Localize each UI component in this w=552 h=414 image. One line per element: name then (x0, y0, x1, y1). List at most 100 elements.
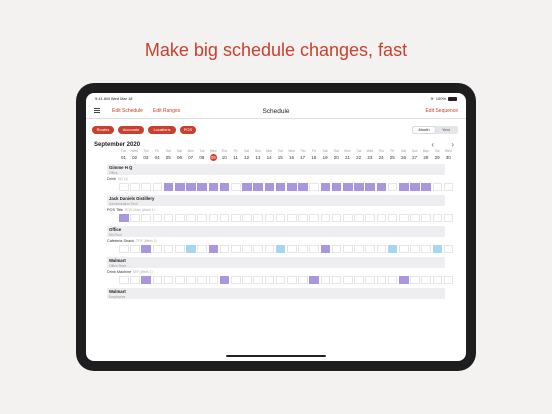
schedule-cell[interactable] (264, 276, 275, 284)
filter-chip-routes[interactable]: Routes (92, 126, 114, 134)
schedule-cell[interactable] (343, 276, 353, 284)
schedule-cell[interactable] (432, 276, 443, 284)
schedule-cell[interactable] (320, 276, 331, 284)
schedule-cell[interactable] (376, 214, 387, 222)
schedule-cell[interactable] (231, 245, 241, 253)
schedule-cell[interactable] (421, 214, 431, 222)
schedule-cell[interactable] (175, 183, 185, 191)
schedule-cell[interactable] (410, 245, 420, 253)
schedule-cell[interactable] (443, 276, 454, 284)
schedule-cell[interactable] (264, 214, 275, 222)
schedule-cell[interactable] (119, 245, 129, 253)
schedule-cell[interactable] (331, 183, 342, 191)
schedule-cell[interactable] (253, 245, 263, 253)
location-section-header[interactable]: Gimme H Q Office (107, 164, 445, 175)
schedule-cell[interactable] (376, 183, 387, 191)
schedule-cell[interactable] (443, 245, 454, 253)
schedule-cell[interactable] (376, 276, 387, 284)
schedule-cell[interactable] (175, 214, 185, 222)
schedule-cell[interactable] (320, 245, 331, 253)
schedule-cell[interactable] (163, 245, 174, 253)
schedule-cell[interactable] (343, 183, 353, 191)
schedule-cell[interactable] (287, 276, 297, 284)
schedule-cell[interactable] (287, 245, 297, 253)
schedule-cell[interactable] (421, 276, 431, 284)
schedule-cell[interactable] (219, 276, 230, 284)
schedule-cell[interactable] (399, 183, 409, 191)
schedule-cell[interactable] (376, 245, 387, 253)
schedule-cell[interactable] (387, 183, 398, 191)
schedule-cell[interactable] (119, 183, 129, 191)
schedule-cell[interactable] (320, 183, 331, 191)
schedule-cell[interactable] (130, 276, 140, 284)
schedule-cell[interactable] (163, 214, 174, 222)
schedule-cell[interactable] (197, 214, 207, 222)
filter-chip-locations[interactable]: Locations (148, 126, 176, 134)
schedule-cell[interactable] (399, 214, 409, 222)
schedule-cell[interactable] (432, 183, 443, 191)
month-toggle-button[interactable]: Month (413, 126, 435, 134)
schedule-cell[interactable] (141, 245, 151, 253)
schedule-cell[interactable] (421, 183, 431, 191)
schedule-cell[interactable] (387, 245, 398, 253)
schedule-cell[interactable] (287, 183, 297, 191)
schedule-cell[interactable] (343, 214, 353, 222)
schedule-cell[interactable] (410, 183, 420, 191)
schedule-cell[interactable] (152, 245, 163, 253)
schedule-cell[interactable] (197, 183, 207, 191)
edit-sequence-button[interactable]: Edit Sequence (425, 108, 458, 114)
chevron-left-icon[interactable]: ‹ (431, 140, 434, 149)
schedule-cell[interactable] (432, 245, 443, 253)
schedule-cell[interactable] (410, 276, 420, 284)
schedule-cell[interactable] (186, 276, 196, 284)
schedule-cell[interactable] (130, 245, 140, 253)
schedule-cell[interactable] (219, 183, 230, 191)
schedule-cell[interactable] (264, 245, 275, 253)
schedule-cell[interactable] (298, 183, 308, 191)
schedule-cell[interactable] (287, 214, 297, 222)
schedule-cell[interactable] (399, 245, 409, 253)
year-toggle-button[interactable]: Year (435, 127, 457, 134)
schedule-cell[interactable] (119, 276, 129, 284)
location-section-header[interactable]: Walmart Office Store (107, 257, 445, 268)
schedule-cell[interactable] (186, 183, 196, 191)
schedule-cell[interactable] (175, 276, 185, 284)
schedule-cell[interactable] (309, 245, 319, 253)
schedule-cell[interactable] (242, 276, 252, 284)
schedule-cell[interactable] (253, 183, 263, 191)
schedule-cell[interactable] (432, 214, 443, 222)
schedule-cell[interactable] (298, 214, 308, 222)
schedule-cell[interactable] (253, 276, 263, 284)
schedule-cell[interactable] (410, 214, 420, 222)
schedule-cell[interactable] (219, 214, 230, 222)
schedule-cell[interactable] (354, 276, 364, 284)
schedule-cell[interactable] (331, 214, 342, 222)
schedule-cell[interactable] (275, 245, 286, 253)
schedule-cell[interactable] (208, 276, 219, 284)
schedule-cell[interactable] (309, 183, 319, 191)
schedule-cell[interactable] (163, 183, 174, 191)
schedule-cell[interactable] (387, 214, 398, 222)
schedule-cell[interactable] (242, 214, 252, 222)
chevron-right-icon[interactable]: › (451, 140, 454, 149)
filter-chip-pos[interactable]: POS (180, 126, 196, 134)
schedule-cell[interactable] (141, 214, 151, 222)
location-section-header[interactable]: Jack Daniels Distillery Administration Te… (107, 195, 445, 206)
location-section-header[interactable]: Walmart Employees (107, 288, 445, 299)
schedule-cell[interactable] (130, 214, 140, 222)
schedule-cell[interactable] (163, 276, 174, 284)
schedule-cell[interactable] (141, 276, 151, 284)
schedule-cell[interactable] (365, 245, 375, 253)
schedule-cell[interactable] (264, 183, 275, 191)
schedule-cell[interactable] (365, 276, 375, 284)
schedule-cell[interactable] (320, 214, 331, 222)
schedule-cell[interactable] (197, 276, 207, 284)
schedule-cell[interactable] (219, 245, 230, 253)
schedule-cell[interactable] (387, 276, 398, 284)
schedule-cell[interactable] (152, 276, 163, 284)
schedule-cell[interactable] (275, 276, 286, 284)
schedule-cell[interactable] (354, 245, 364, 253)
schedule-cell[interactable] (421, 245, 431, 253)
schedule-cell[interactable] (354, 214, 364, 222)
schedule-cell[interactable] (175, 245, 185, 253)
